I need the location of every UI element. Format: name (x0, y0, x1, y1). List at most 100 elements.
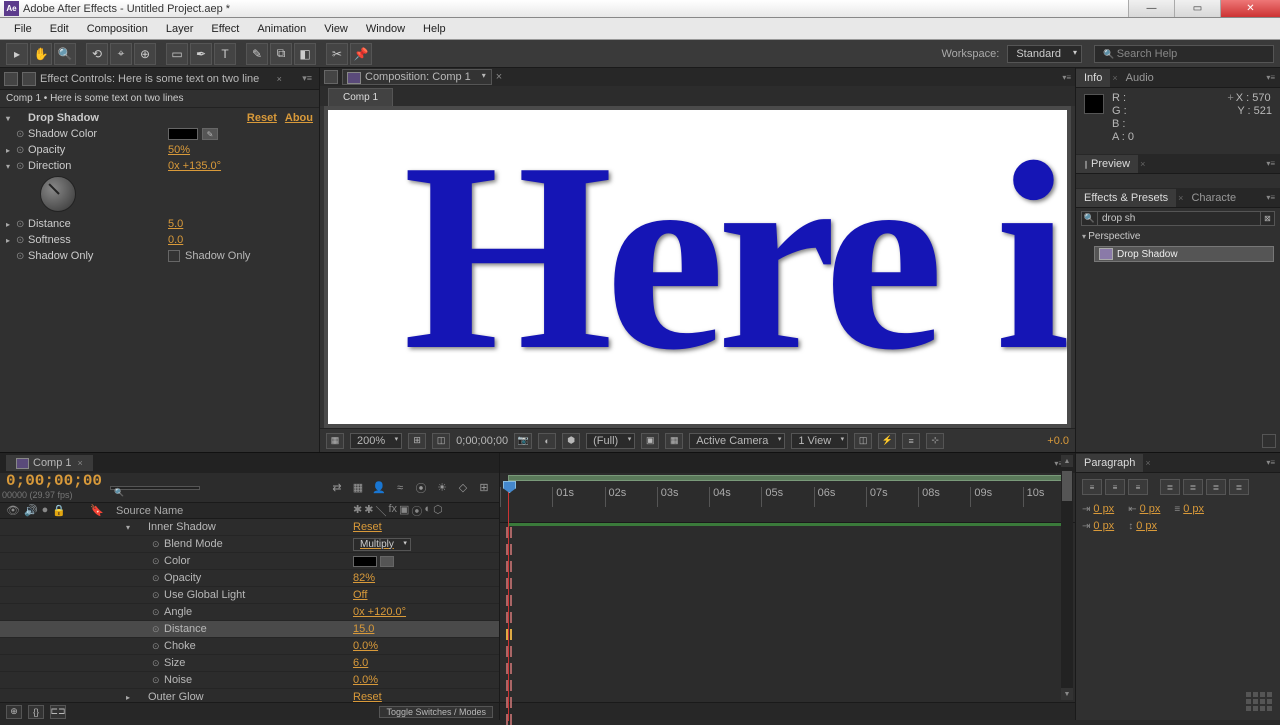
keyframe-marker[interactable] (506, 578, 512, 589)
indent-value[interactable]: 0 px (1140, 503, 1161, 515)
timeline-row[interactable]: ▾Inner ShadowReset (0, 519, 499, 536)
current-time-indicator[interactable] (508, 481, 509, 721)
zoom-dropdown[interactable]: 200% (350, 433, 402, 449)
maximize-button[interactable]: ▭ (1174, 0, 1220, 17)
eraser-tool[interactable]: ◧ (294, 43, 316, 65)
clone-tool[interactable]: ⧉ (270, 43, 292, 65)
stopwatch-icon[interactable]: ⊙ (16, 235, 28, 246)
timeline-vscroll[interactable]: ▲ ▼ (1061, 455, 1073, 700)
twisty-icon[interactable]: ▸ (126, 693, 136, 702)
indent-value[interactable]: 0 px (1093, 520, 1114, 532)
auto-keyframe-icon[interactable]: ◇ (454, 479, 472, 497)
tab-info[interactable]: Info (1076, 69, 1110, 87)
tab-audio[interactable]: Audio (1118, 69, 1162, 87)
timeline-row[interactable]: ⊙Choke0.0% (0, 638, 499, 655)
keyframe-marker[interactable] (506, 697, 512, 708)
stopwatch-icon[interactable]: ⊙ (152, 607, 164, 618)
timeline-row[interactable]: ⊙Color (0, 553, 499, 570)
effect-controls-tab[interactable]: Effect Controls: Here is some text on tw… (0, 68, 319, 90)
twisty-icon[interactable]: ▸ (6, 220, 16, 229)
tab-preview[interactable]: ∥Preview (1076, 155, 1138, 173)
property-value[interactable]: 82% (353, 572, 375, 584)
softness-value[interactable]: 0.0 (168, 234, 183, 246)
direction-dial[interactable] (40, 176, 76, 212)
timeline-row[interactable]: ⊙Size6.0 (0, 655, 499, 672)
menu-animation[interactable]: Animation (249, 21, 314, 37)
menu-edit[interactable]: Edit (42, 21, 77, 37)
twisty-icon[interactable]: ▾ (6, 162, 16, 171)
keyframe-marker[interactable] (506, 595, 512, 606)
about-link[interactable]: Abou (285, 112, 313, 124)
frame-blend-icon[interactable]: ≈ (391, 479, 409, 497)
stopwatch-icon[interactable]: ⊙ (152, 624, 164, 635)
justify-all-button[interactable]: ≣ (1229, 479, 1249, 495)
tab-close-icon[interactable]: × (496, 71, 502, 83)
effects-item-drop-shadow[interactable]: Drop Shadow (1094, 246, 1274, 262)
brackets-icon[interactable]: {} (28, 705, 44, 719)
reset-link[interactable]: Reset (353, 691, 382, 702)
timeline-row[interactable]: ▸Outer GlowReset (0, 689, 499, 702)
scroll-thumb[interactable] (1062, 471, 1072, 501)
stopwatch-icon[interactable]: ⊙ (152, 556, 164, 567)
camera-tool[interactable]: ⌖ (110, 43, 132, 65)
graph-editor-icon[interactable]: ⊞ (475, 479, 493, 497)
stopwatch-icon[interactable]: ⊙ (16, 161, 28, 172)
timeline-tab[interactable]: Comp 1× (6, 455, 93, 471)
keyframe-marker[interactable] (506, 646, 512, 657)
composition-viewer[interactable]: Here is s (324, 106, 1071, 428)
clear-search-icon[interactable]: ⊠ (1261, 211, 1275, 226)
transparency-icon[interactable]: ▦ (665, 433, 683, 449)
tab-effects-presets[interactable]: Effects & Presets (1076, 189, 1176, 207)
timeline-row[interactable]: ⊙Opacity82% (0, 570, 499, 587)
align-center-button[interactable]: ≡ (1105, 479, 1125, 495)
menu-layer[interactable]: Layer (158, 21, 202, 37)
label-column[interactable]: 🔖 (90, 504, 108, 517)
scroll-up-icon[interactable]: ▲ (1061, 455, 1073, 467)
type-tool[interactable]: T (214, 43, 236, 65)
comp-mini-icon[interactable]: ⇄ (328, 479, 346, 497)
search-help-input[interactable]: Search Help (1094, 45, 1274, 63)
twisty-icon[interactable]: ▸ (6, 146, 16, 155)
toggle-switches-button[interactable]: Toggle Switches / Modes (379, 706, 493, 718)
color-swatch[interactable] (353, 556, 377, 567)
scroll-down-icon[interactable]: ▼ (1061, 688, 1073, 700)
flowchart-icon[interactable]: ⊹ (926, 433, 944, 449)
indent-value[interactable]: 0 px (1183, 503, 1204, 515)
composition-dropdown[interactable]: Composition: Comp 1 (342, 69, 492, 85)
panel-menu-icon[interactable]: ▾≡ (1062, 73, 1071, 82)
stopwatch-icon[interactable]: ⊙ (16, 251, 28, 262)
channel-icon[interactable]: ◐ (538, 433, 556, 449)
eyedropper-icon[interactable]: ✎ (202, 128, 218, 140)
stopwatch-icon[interactable]: ⊙ (16, 145, 28, 156)
view-dropdown[interactable]: 1 View (791, 433, 848, 449)
pen-tool[interactable]: ✒ (190, 43, 212, 65)
current-time[interactable]: 0;00;00;00 (456, 435, 508, 447)
color-icon[interactable]: ⬢ (562, 433, 580, 449)
resize-grip[interactable] (1246, 692, 1276, 716)
menu-file[interactable]: File (6, 21, 40, 37)
stopwatch-icon[interactable]: ⊙ (152, 641, 164, 652)
brainstorm-icon[interactable]: ☀ (433, 479, 451, 497)
menu-effect[interactable]: Effect (203, 21, 247, 37)
timeline-row[interactable]: ⊙Distance15.0 (0, 621, 499, 638)
color-swatch[interactable] (168, 128, 198, 140)
stopwatch-icon[interactable]: ⊙ (152, 539, 164, 550)
close-button[interactable]: ✕ (1220, 0, 1280, 17)
roi-icon[interactable]: ▣ (641, 433, 659, 449)
tab-paragraph[interactable]: Paragraph (1076, 454, 1143, 472)
keyframe-marker[interactable] (506, 561, 512, 572)
snapshot-icon[interactable]: 📷 (514, 433, 532, 449)
keyframe-marker[interactable] (506, 612, 512, 623)
timeline-search[interactable] (110, 486, 200, 490)
time-ruler[interactable]: 01s02s03s04s05s06s07s08s09s10s (500, 487, 1075, 507)
work-area-bar[interactable] (508, 475, 1067, 481)
layer-bar[interactable] (508, 523, 1067, 526)
eye-icon[interactable]: 👁 (6, 504, 20, 517)
indent-value[interactable]: 0 px (1136, 520, 1157, 532)
menu-view[interactable]: View (316, 21, 356, 37)
timeline-row[interactable]: ⊙Angle0x +120.0° (0, 604, 499, 621)
panel-menu-icon[interactable]: ▾≡ (299, 73, 315, 84)
effects-search-input[interactable] (1097, 211, 1261, 226)
keyframe-marker[interactable] (506, 527, 512, 538)
justify-center-button[interactable]: ≣ (1183, 479, 1203, 495)
